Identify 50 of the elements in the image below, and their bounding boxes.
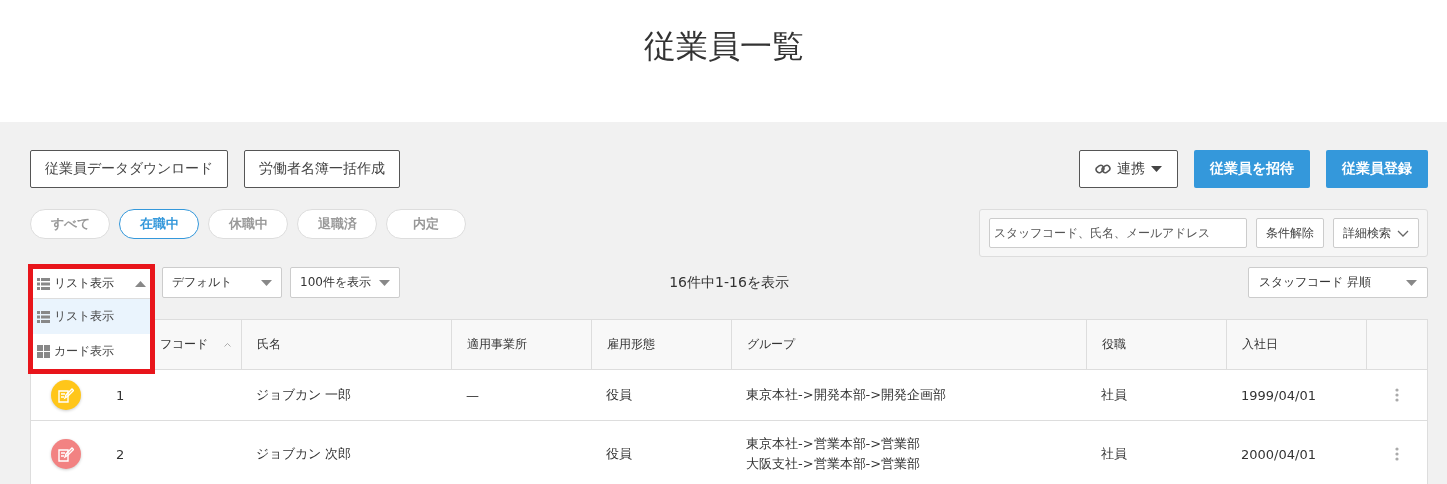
group-path: 東京本社->営業本部->営業部 (746, 435, 921, 453)
view-option[interactable]: リスト表示 (33, 299, 150, 334)
search-field[interactable]: スタッフコード、氏名、メールアドレス (989, 218, 1247, 248)
outline-button[interactable]: 従業員データダウンロード (30, 150, 228, 188)
staff-code: 2 (116, 446, 125, 462)
column-header: 雇用形態 (607, 336, 655, 353)
note-icon (58, 446, 74, 462)
position-title: 社員 (1101, 445, 1127, 463)
group-path: 東京本社->開発本部->開発企画部 (746, 386, 947, 404)
group-path: 大阪支社->営業本部->営業部 (746, 455, 921, 473)
clear-button[interactable]: 条件解除 (1256, 218, 1324, 248)
result-count: 16件中1-16を表示 (669, 273, 789, 292)
staff-code: 1 (116, 387, 125, 403)
employee-name: ジョブカン 一郎 (256, 386, 352, 404)
list-icon (37, 310, 50, 323)
page-size-select[interactable]: 100件を表示 (290, 267, 400, 298)
chevron-down-icon (1397, 229, 1409, 237)
column-header: 役職 (1102, 336, 1126, 353)
outline-button[interactable]: 労働者名簿一括作成 (244, 150, 400, 188)
caret-down-icon (261, 279, 272, 286)
sort-select[interactable]: スタッフコード 昇順 (1248, 267, 1428, 298)
advanced-search-button[interactable]: 詳細検索 (1333, 218, 1419, 248)
employment-type: 役員 (606, 445, 632, 463)
office-name: — (466, 387, 479, 403)
employee-name: ジョブカン 次郎 (256, 445, 352, 463)
more-icon[interactable] (1394, 447, 1399, 461)
more-icon[interactable] (1394, 388, 1399, 402)
hire-date: 1999/04/01 (1241, 387, 1316, 403)
column-header: 入社日 (1242, 336, 1278, 353)
caret-down-icon (1406, 279, 1417, 286)
employment-type: 役員 (606, 386, 632, 404)
note-icon (58, 387, 74, 403)
caret-up-icon (135, 280, 146, 287)
page-title: 従業員一覧 (643, 26, 804, 67)
hire-date: 2000/04/01 (1241, 446, 1316, 462)
column-header: 氏名 (257, 336, 281, 353)
list-icon (37, 277, 50, 290)
caret-down-icon (379, 279, 390, 286)
link-button[interactable]: 連携 (1079, 150, 1178, 188)
sort-caret-icon (224, 342, 231, 347)
column-header: グループ (747, 336, 795, 353)
link-icon (1095, 163, 1111, 175)
filter-select[interactable]: デフォルト (162, 267, 282, 298)
caret-down-icon (1151, 166, 1162, 172)
status-avatar[interactable] (51, 439, 81, 469)
grid-icon (37, 345, 50, 358)
status-avatar[interactable] (51, 380, 81, 410)
column-header: フコード (160, 336, 208, 353)
position-title: 社員 (1101, 386, 1127, 404)
column-header: 適用事業所 (467, 336, 527, 353)
